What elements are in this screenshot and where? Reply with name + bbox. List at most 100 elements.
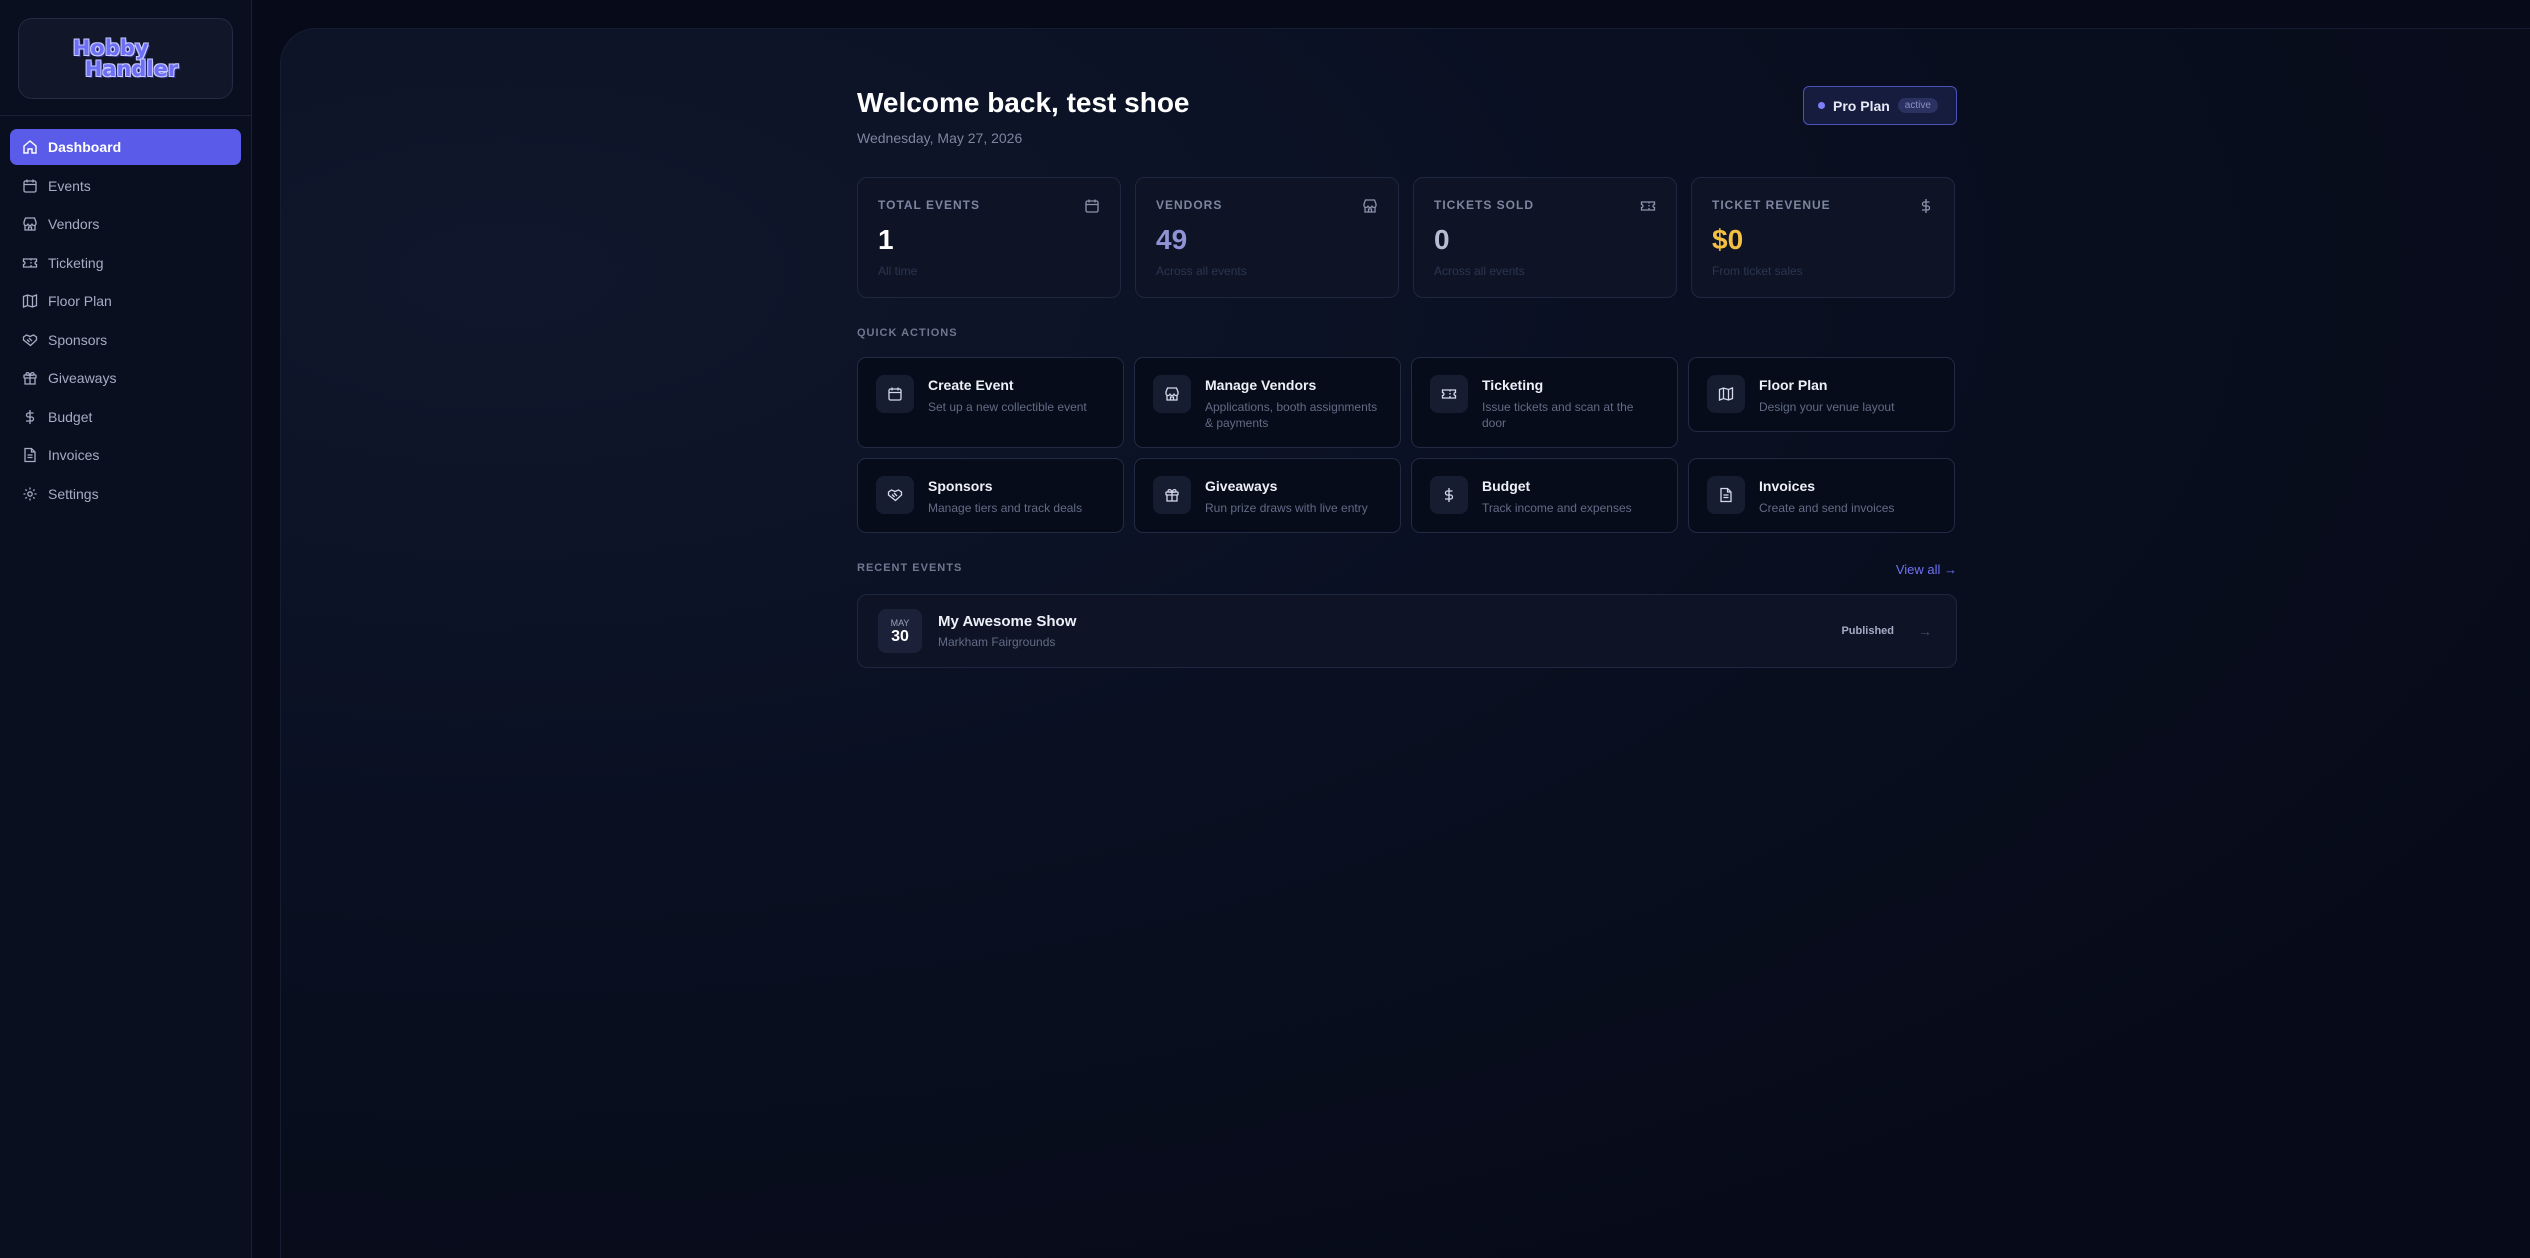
dollar-icon (1921, 199, 1931, 213)
sidebar-item-label: Floor Plan (48, 293, 112, 309)
plan-badge-button[interactable]: Pro Plan active (1803, 86, 1957, 125)
stat-label: TICKET REVENUE (1712, 198, 1831, 212)
dashboard-content: Welcome back, test shoe Wednesday, May 2… (857, 57, 1957, 668)
stat-subtext: Across all events (1156, 264, 1247, 278)
dollar-icon (25, 409, 35, 424)
stat-label: TOTAL EVENTS (878, 198, 981, 212)
stat-card-vendors: VENDORS 49 Across all events (1135, 177, 1399, 298)
dollar-icon (1444, 488, 1454, 502)
stat-value: 49 (1156, 224, 1188, 255)
action-title: Ticketing (1482, 377, 1544, 393)
page-title: Welcome back, test shoe (857, 87, 1190, 118)
sidebar-divider (0, 115, 252, 116)
action-title: Create Event (928, 377, 1014, 393)
action-description: Run prize draws with live entry (1205, 501, 1368, 515)
stats-row: TOTAL EVENTS 1 All time VENDORS 49 Acros… (857, 177, 1957, 298)
file-icon (24, 447, 36, 463)
page-header: Welcome back, test shoe Wednesday, May 2… (857, 57, 1957, 147)
action-description: Set up a new collectible event (928, 400, 1087, 414)
sidebar-item-budget[interactable]: Budget (10, 399, 241, 435)
sidebar-item-label: Dashboard (48, 139, 122, 155)
home-icon (23, 140, 37, 154)
handshake-icon (887, 489, 903, 502)
logo-line-1: Hobby (72, 35, 149, 60)
calendar-icon (23, 179, 37, 193)
action-description: Applications, booth assignments & paymen… (1205, 400, 1378, 430)
gift-icon (1165, 488, 1179, 502)
store-icon (1363, 199, 1377, 213)
action-icon-box (1153, 476, 1191, 514)
action-description: Issue tickets and scan at the door (1482, 400, 1634, 430)
sidebar-item-settings[interactable]: Settings (10, 476, 241, 512)
action-icon-box (1430, 375, 1468, 413)
stat-card-total-events: TOTAL EVENTS 1 All time (857, 177, 1121, 298)
sidebar-item-events[interactable]: Events (10, 168, 241, 204)
quick-action-floor-plan[interactable]: Floor Plan Design your venue layout (1688, 357, 1955, 432)
quick-action-create-event[interactable]: Create Event Set up a new collectible ev… (857, 357, 1124, 448)
plan-status-badge: active (1897, 98, 1938, 113)
quick-action-sponsors[interactable]: Sponsors Manage tiers and track deals (857, 458, 1124, 533)
action-title: Floor Plan (1759, 377, 1828, 393)
sidebar-item-invoices[interactable]: Invoices (10, 437, 241, 473)
action-title: Budget (1482, 478, 1531, 494)
event-row[interactable]: MAY 30 My Awesome Show Markham Fairgroun… (857, 594, 1957, 668)
event-day: 30 (891, 627, 909, 645)
quick-actions-grid: Create Event Set up a new collectible ev… (857, 357, 1957, 533)
quick-action-manage-vendors[interactable]: Manage Vendors Applications, booth assig… (1134, 357, 1401, 448)
action-title: Giveaways (1205, 478, 1278, 494)
action-title: Manage Vendors (1205, 377, 1317, 393)
stat-card-ticket-revenue: TICKET REVENUE $0 From ticket sales (1691, 177, 1955, 298)
stat-subtext: From ticket sales (1712, 264, 1803, 278)
handshake-icon (22, 333, 38, 346)
stat-value: 1 (878, 224, 894, 255)
stat-value: $0 (1712, 224, 1744, 255)
sidebar-item-vendors[interactable]: Vendors (10, 206, 241, 242)
sidebar-item-floor-plan[interactable]: Floor Plan (10, 283, 241, 319)
sidebar-item-label: Invoices (48, 447, 100, 463)
view-all-link[interactable]: View all → (1896, 562, 1957, 577)
file-icon (1720, 487, 1732, 503)
stat-label: VENDORS (1156, 198, 1223, 212)
event-month: MAY (890, 617, 910, 628)
event-info: My Awesome Show Markham Fairgrounds (938, 613, 1076, 649)
action-icon-box (876, 476, 914, 514)
action-description: Design your venue layout (1759, 400, 1895, 414)
event-name: My Awesome Show (938, 613, 1077, 630)
sidebar-item-ticketing[interactable]: Ticketing (10, 245, 241, 281)
quick-action-invoices[interactable]: Invoices Create and send invoices (1688, 458, 1955, 533)
sidebar-item-label: Settings (48, 485, 99, 502)
ticket-icon (1441, 389, 1457, 399)
ticket-icon (1640, 201, 1656, 211)
sidebar-item-giveaways[interactable]: Giveaways (10, 360, 241, 396)
action-description: Create and send invoices (1759, 501, 1895, 515)
stat-value: 0 (1434, 224, 1450, 255)
calendar-icon (1085, 199, 1099, 213)
arrow-right-icon: → (1918, 623, 1932, 639)
quick-action-ticketing[interactable]: Ticketing Issue tickets and scan at the … (1411, 357, 1678, 448)
action-icon-box (876, 375, 914, 413)
logo-text: Hobby Handler (72, 35, 179, 80)
app-root: Hobby Handler Dashboard Events Vendors T… (0, 0, 2530, 1258)
map-icon (22, 294, 38, 308)
sidebar-item-sponsors[interactable]: Sponsors (10, 322, 241, 358)
action-description: Manage tiers and track deals (928, 501, 1083, 515)
quick-actions-heading: QUICK ACTIONS (857, 327, 958, 339)
action-title: Sponsors (928, 478, 993, 494)
current-date: Wednesday, May 27, 2026 (857, 130, 1023, 146)
action-title: Invoices (1759, 478, 1816, 494)
action-description: Track income and expenses (1482, 501, 1632, 515)
sidebar-item-label: Giveaways (48, 370, 117, 386)
sidebar-item-dashboard[interactable]: Dashboard (10, 129, 241, 165)
sidebar-item-label: Vendors (48, 216, 100, 232)
recent-events-header: RECENT EVENTS View all → (857, 562, 1957, 582)
action-icon-box (1430, 476, 1468, 514)
stat-label: TICKETS SOLD (1434, 198, 1535, 212)
recent-events-heading: RECENT EVENTS (857, 562, 963, 574)
sidebar-item-label: Sponsors (48, 331, 108, 348)
logo[interactable]: Hobby Handler (18, 18, 233, 99)
sidebar-item-label: Events (48, 177, 91, 194)
plan-label: Pro Plan (1833, 97, 1890, 114)
quick-action-giveaways[interactable]: Giveaways Run prize draws with live entr… (1134, 458, 1401, 533)
event-date-badge: MAY 30 (878, 609, 922, 653)
quick-action-budget[interactable]: Budget Track income and expenses (1411, 458, 1678, 533)
